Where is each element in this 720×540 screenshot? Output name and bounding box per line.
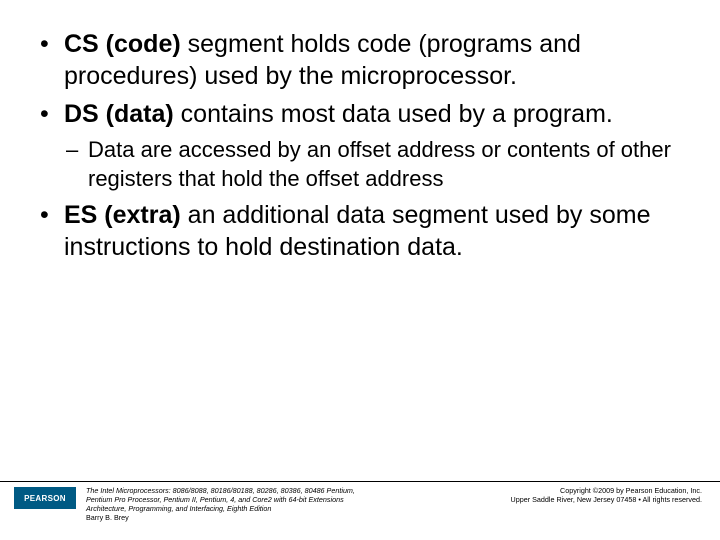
bullet-es: ES (extra) an additional data segment us… [36, 199, 684, 263]
book-citation: The Intel Microprocessors: 8086/8088, 80… [76, 486, 472, 522]
book-line-2: Pentium Pro Processor, Pentium II, Penti… [86, 495, 472, 504]
bullet-cs: CS (code) segment holds code (programs a… [36, 28, 684, 92]
bullet-ds-text: contains most data used by a program. [174, 100, 613, 128]
sub-bullet-data-access: Data are accessed by an offset address o… [64, 136, 684, 193]
bullet-ds: DS (data) contains most data used by a p… [36, 98, 684, 193]
slide-content: CS (code) segment holds code (programs a… [0, 0, 720, 263]
footer-row: PEARSON The Intel Microprocessors: 8086/… [0, 486, 720, 522]
slide: CS (code) segment holds code (programs a… [0, 0, 720, 540]
book-line-3: Architecture, Programming, and Interfaci… [86, 504, 472, 513]
book-author: Barry B. Brey [86, 513, 472, 522]
book-line-1: The Intel Microprocessors: 8086/8088, 80… [86, 486, 472, 495]
pearson-logo: PEARSON [14, 487, 76, 509]
bullet-list: CS (code) segment holds code (programs a… [36, 28, 684, 263]
slide-footer: PEARSON The Intel Microprocessors: 8086/… [0, 481, 720, 522]
copyright-line-2: Upper Saddle River, New Jersey 07458 • A… [472, 495, 702, 504]
copyright-line-1: Copyright ©2009 by Pearson Education, In… [472, 486, 702, 495]
footer-rule [0, 481, 720, 482]
bullet-es-bold: ES (extra) [64, 201, 181, 229]
sub-bullet-list: Data are accessed by an offset address o… [64, 136, 684, 193]
bullet-ds-bold: DS (data) [64, 100, 174, 128]
copyright: Copyright ©2009 by Pearson Education, In… [472, 486, 702, 504]
bullet-cs-bold: CS (code) [64, 30, 181, 58]
